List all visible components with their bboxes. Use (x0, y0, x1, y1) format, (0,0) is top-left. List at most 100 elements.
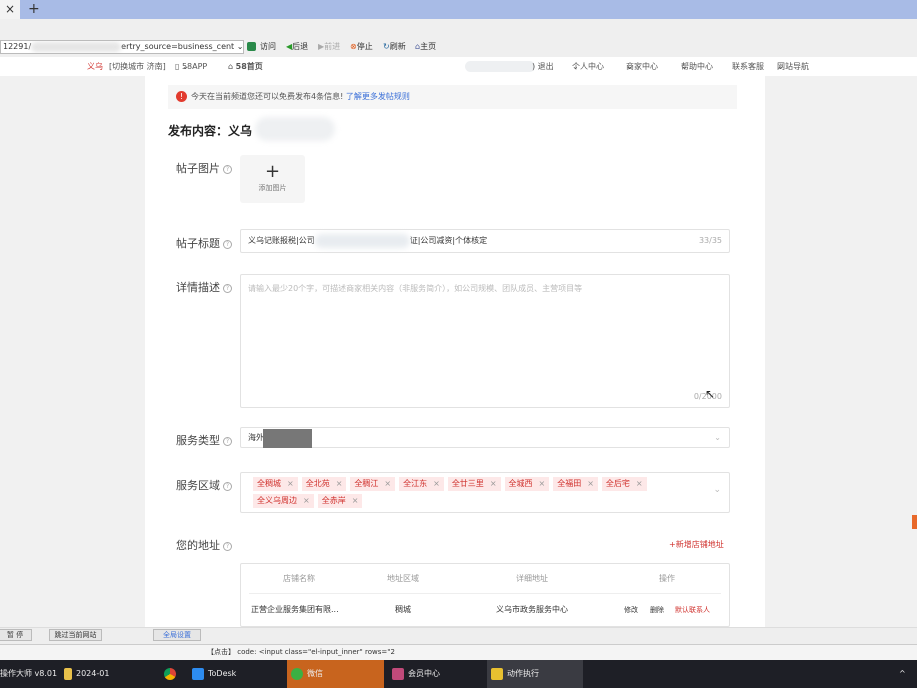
logout-link[interactable]: ) 退出 (532, 57, 554, 76)
title-label: 帖子标题? (176, 235, 232, 251)
service-area-tag: 全赤岸 × (317, 494, 363, 508)
nav-merchant-center[interactable]: 商家中心 ⌄ (626, 57, 658, 76)
taskbar-item-chrome[interactable] (160, 660, 185, 688)
refresh-label: 刷新 (389, 42, 406, 51)
nav-label: 商家中心 (626, 62, 658, 71)
address-area: 稠城 (395, 605, 411, 614)
taskbar-item[interactable]: 操作大师 v8.01 (0, 660, 57, 688)
help-icon[interactable]: ? (223, 239, 232, 249)
stop-button[interactable]: ⊗停止 (350, 41, 373, 53)
side-float-icon[interactable] (912, 515, 917, 529)
service-area-label: 服务区域? (176, 477, 232, 493)
table-header: 店铺名称 地址区域 详细地址 操作 (249, 564, 721, 594)
visit-button[interactable]: 访问 (247, 41, 276, 53)
remove-tag-icon[interactable]: × (303, 496, 310, 505)
remove-tag-icon[interactable]: × (587, 479, 594, 488)
tray-expand-button[interactable]: ^ (895, 660, 906, 688)
app-link[interactable]: ▯ 58APP ⌄ (175, 57, 207, 76)
member-center-icon (392, 667, 404, 680)
taskbar-item[interactable]: 动作执行 (487, 660, 583, 688)
add-image-label: 添加图片 (258, 184, 287, 192)
title-input[interactable]: 义乌记账报税|公司 证|公司减资|个体核定 33/35 (240, 229, 730, 253)
home-button[interactable]: ⌂主页 (415, 41, 436, 53)
add-address-link[interactable]: +新增店铺地址 (669, 539, 724, 550)
status-text: 【点击】 code: <input class="el-input_inner"… (207, 648, 395, 656)
remove-tag-icon[interactable]: × (490, 479, 497, 488)
service-area-tag: 全北苑 × (301, 477, 347, 491)
taskbar-label: 会员中心 (408, 669, 440, 678)
remove-tag-icon[interactable]: × (384, 479, 391, 488)
page-heading: 发布内容：义乌 (168, 124, 253, 138)
global-settings-button[interactable]: 全局设置 (153, 629, 201, 641)
forward-button[interactable]: ▶前进 (318, 41, 340, 53)
taskbar-item[interactable]: 微信 (287, 660, 384, 688)
refresh-icon: ↻ (383, 42, 390, 51)
remove-tag-icon[interactable]: × (539, 479, 546, 488)
description-textarea[interactable]: 请输入最少20个字，可描述商家相关内容（非服务简介），如公司规模、团队成员、主营… (240, 274, 730, 408)
new-tab-button[interactable]: + (28, 0, 40, 19)
tag-label: 全廿三里 (451, 479, 484, 488)
column-header: 店铺名称 (283, 574, 315, 583)
service-type-value: 海外 (248, 433, 264, 442)
wechat-icon (291, 667, 303, 680)
edit-link[interactable]: 修改 (624, 595, 638, 625)
remove-tag-icon[interactable]: × (636, 479, 643, 488)
tag-label: 全赤岸 (321, 496, 346, 505)
help-icon[interactable]: ? (223, 481, 232, 491)
back-button[interactable]: ◀后退 (286, 41, 308, 53)
stop-label: 停止 (356, 42, 373, 51)
help-icon[interactable]: ? (223, 436, 232, 446)
help-icon[interactable]: ? (223, 164, 232, 174)
remove-tag-icon[interactable]: × (433, 479, 440, 488)
redacted-blur (255, 117, 335, 141)
home-link[interactable]: ⌂ 58首页 (228, 57, 263, 76)
rules-link[interactable]: 了解更多发帖规则 (346, 92, 410, 101)
redacted-mosaic (263, 429, 312, 448)
address-bar[interactable]: 12291/ertry_source=business_cent ⌄ (0, 40, 244, 54)
taskbar-item[interactable]: 2024-01 (60, 660, 150, 688)
service-area-select[interactable]: ⌄ 全稠城 × 全北苑 × 全稠江 × 全江东 × 全廿三里 × 全城西 × 全福田 × 全后宅 × 全义乌周边… (240, 472, 730, 513)
app-label: 58APP (181, 62, 208, 71)
service-area-tag: 全后宅 × (601, 477, 647, 491)
service-area-tag: 全城西 × (504, 477, 550, 491)
close-tab-icon[interactable]: × (0, 0, 20, 19)
add-image-button[interactable]: + 添加图片 (240, 155, 305, 203)
title-text: 义乌记账报税|公司 (248, 236, 315, 245)
taskbar-label: 操作大师 v8.01 (0, 669, 58, 678)
city: 义乌 (87, 62, 103, 71)
back-label: 后退 (292, 42, 309, 51)
remove-tag-icon[interactable]: × (352, 496, 359, 505)
nav-help-center[interactable]: 帮助中心 ⌄ (681, 57, 713, 76)
address-table: 店铺名称 地址区域 详细地址 操作 正营企业服务集团有限... 稠城 义乌市政务… (240, 563, 730, 627)
plus-icon: + (264, 161, 281, 182)
tag-label: 全福田 (557, 479, 582, 488)
taskbar-item[interactable]: 会员中心 (388, 660, 483, 688)
service-area-tag: 全义乌周边 × (253, 494, 314, 508)
remove-tag-icon[interactable]: × (287, 479, 294, 488)
nav-personal-center[interactable]: 个人中心 ⌄ (572, 57, 604, 76)
taskbar-label: 2024-01 (76, 669, 110, 678)
chrome-icon (164, 667, 176, 680)
help-icon[interactable]: ? (223, 541, 232, 551)
tag-label: 全稠江 (354, 479, 379, 488)
nav-site-navigation[interactable]: 网站导航 ⌄ (777, 57, 809, 76)
pause-button[interactable]: 暂 停 (0, 629, 32, 641)
service-type-select[interactable]: 海外 ⌄ (240, 427, 730, 448)
skip-site-button[interactable]: 跳过当前网站 (49, 629, 102, 641)
description-label: 详情描述? (176, 279, 232, 295)
mouse-cursor-icon: ↖ (705, 387, 716, 401)
home-label: 主页 (420, 42, 437, 51)
title-char-count: 33/35 (698, 236, 722, 245)
switch-city-link[interactable]: [切换城市 济南] (109, 57, 166, 76)
remove-tag-icon[interactable]: × (336, 479, 343, 488)
refresh-button[interactable]: ↻刷新 (383, 41, 406, 53)
url-prefix: 12291/ (3, 42, 32, 51)
nav-contact-service[interactable]: 联系客服 (732, 57, 764, 76)
delete-link[interactable]: 删除 (650, 595, 664, 625)
default-contact-link[interactable]: 默认联系人 (675, 595, 710, 625)
shop-name: 正营企业服务集团有限... (251, 605, 339, 614)
nav-label: 帮助中心 (681, 62, 713, 71)
taskbar: 操作大师 v8.01 2024-01 ToDesk 微信 会员中心 动作执行 ^ (0, 660, 917, 688)
taskbar-item[interactable]: ToDesk (188, 660, 283, 688)
help-icon[interactable]: ? (223, 283, 232, 293)
